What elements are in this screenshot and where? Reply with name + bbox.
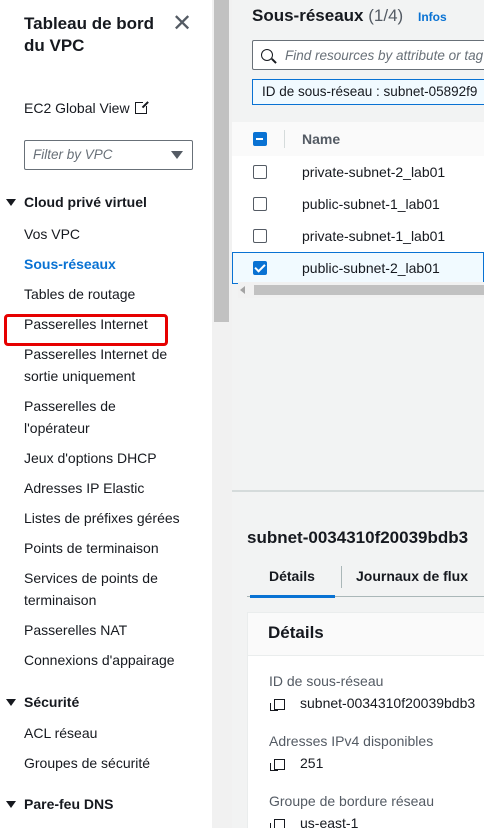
copy-icon[interactable] <box>270 819 285 828</box>
ec2-global-view-link[interactable]: EC2 Global View <box>24 100 149 116</box>
nav-item-sous-reseaux[interactable]: Sous-réseaux <box>24 253 199 275</box>
nav-item-adresses-ip-elastic[interactable]: Adresses IP Elastic <box>24 477 199 499</box>
row-name: public-subnet-2_lab01 <box>302 260 440 276</box>
nav-item-services-points-terminaison[interactable]: Services de points de terminaison <box>24 567 174 611</box>
select-all-checkbox[interactable] <box>253 132 267 146</box>
active-tab-indicator <box>250 595 335 598</box>
main-content: Sous-réseaux (1/4) Infos Find resources … <box>232 0 484 828</box>
detail-tabs: Détails Journaux de flux <box>247 562 484 598</box>
search-placeholder: Find resources by attribute or tag <box>285 48 484 63</box>
row-checkbox[interactable] <box>253 197 267 211</box>
table-horizontal-scrollbar[interactable] <box>238 282 484 298</box>
nav-item-points-de-terminaison[interactable]: Points de terminaison <box>24 537 199 559</box>
field-label-subnet-id: ID de sous-réseau <box>269 673 384 689</box>
nav-item-acl-reseau[interactable]: ACL réseau <box>24 722 199 744</box>
caret-down-icon <box>6 199 16 206</box>
column-divider <box>284 130 285 148</box>
red-highlight-box <box>4 314 168 346</box>
nav-item-groupes-securite[interactable]: Groupes de sécurité <box>24 752 199 774</box>
page-title-text: Sous-réseaux <box>252 6 364 25</box>
row-name: public-subnet-1_lab01 <box>302 196 440 212</box>
details-panel-header: Détails <box>248 613 484 656</box>
column-header-name[interactable]: Name <box>302 131 340 147</box>
ec2-global-view-label: EC2 Global View <box>24 100 130 116</box>
section-label: Cloud privé virtuel <box>24 194 147 210</box>
tab-journaux-de-flux[interactable]: Journaux de flux <box>356 568 468 584</box>
nav-item-passerelles-operateur[interactable]: Passerelles de l'opérateur <box>24 395 134 439</box>
caret-down-icon <box>6 801 16 808</box>
split-panel-divider[interactable] <box>232 490 484 492</box>
field-label-border-group: Groupe de bordure réseau <box>269 793 434 809</box>
details-panel: Détails ID de sous-réseau subnet-0034310… <box>247 612 484 828</box>
vpc-filter-placeholder: Filter by VPC <box>33 147 113 162</box>
table-row[interactable]: public-subnet-1_lab01 <box>232 188 484 221</box>
nav-item-tables-de-routage[interactable]: Tables de routage <box>24 283 199 305</box>
close-icon[interactable]: ✕ <box>172 12 192 36</box>
copy-icon[interactable] <box>270 699 285 711</box>
sidebar: Tableau de bord du VPC ✕ EC2 Global View… <box>0 0 212 828</box>
filter-token-label: ID de sous-réseau : subnet-05892f9 <box>262 84 478 99</box>
table-row[interactable]: private-subnet-2_lab01 <box>232 156 484 189</box>
row-checkbox[interactable] <box>253 261 267 275</box>
caret-down-icon <box>171 151 183 159</box>
row-checkbox[interactable] <box>253 165 267 179</box>
nav-item-connexions-appairage[interactable]: Connexions d'appairage <box>24 649 199 671</box>
row-name: private-subnet-2_lab01 <box>302 164 446 180</box>
sidebar-title: Tableau de bord du VPC <box>24 14 155 55</box>
nav-item-jeux-options-dhcp[interactable]: Jeux d'options DHCP <box>24 447 199 469</box>
nav-item-passerelles-internet-sortie[interactable]: Passerelles Internet de sortie uniquemen… <box>24 343 174 387</box>
table-header: Name <box>232 122 484 157</box>
nav-item-passerelles-nat[interactable]: Passerelles NAT <box>24 619 199 641</box>
search-input[interactable]: Find resources by attribute or tag <box>252 40 484 70</box>
tab-divider <box>341 566 342 588</box>
section-label: Pare-feu DNS <box>24 796 114 812</box>
section-cloud-prive-virtuel[interactable]: Cloud privé virtuel <box>6 194 147 210</box>
detail-title: subnet-0034310f20039bdb3 <box>247 528 469 547</box>
tab-details[interactable]: Détails <box>269 568 315 584</box>
copy-icon[interactable] <box>270 759 285 771</box>
row-checkbox[interactable] <box>253 229 267 243</box>
field-value-ipv4: 251 <box>300 755 324 771</box>
nav-item-listes-prefixes[interactable]: Listes de préfixes gérées <box>24 507 199 529</box>
vpc-filter-select[interactable]: Filter by VPC <box>24 140 193 170</box>
section-securite[interactable]: Sécurité <box>6 694 79 710</box>
field-label-ipv4: Adresses IPv4 disponibles <box>269 733 434 749</box>
table-row[interactable]: private-subnet-1_lab01 <box>232 220 484 253</box>
page-title: Sous-réseaux (1/4) <box>252 6 403 26</box>
field-value-subnet-id: subnet-0034310f20039bdb3 <box>300 695 476 711</box>
external-link-icon <box>134 100 149 114</box>
row-name: private-subnet-1_lab01 <box>302 228 446 244</box>
section-label: Sécurité <box>24 694 80 710</box>
sidebar-scrollbar-thumb[interactable] <box>214 0 229 322</box>
details-panel-title: Détails <box>268 623 324 642</box>
table-row-selected[interactable]: public-subnet-2_lab01 <box>232 252 484 284</box>
nav-item-vos-vpc[interactable]: Vos VPC <box>24 223 199 245</box>
field-value-border-group: us-east-1 <box>300 815 359 828</box>
filter-token[interactable]: ID de sous-réseau : subnet-05892f9 <box>252 79 484 105</box>
horizontal-scrollbar-thumb[interactable] <box>254 285 484 295</box>
section-pare-feu-dns[interactable]: Pare-feu DNS <box>6 796 113 812</box>
search-icon <box>261 49 273 61</box>
selection-count: (1/4) <box>368 6 404 25</box>
caret-down-icon <box>6 699 16 706</box>
scroll-left-icon[interactable] <box>240 286 245 294</box>
info-link[interactable]: Infos <box>418 10 447 24</box>
